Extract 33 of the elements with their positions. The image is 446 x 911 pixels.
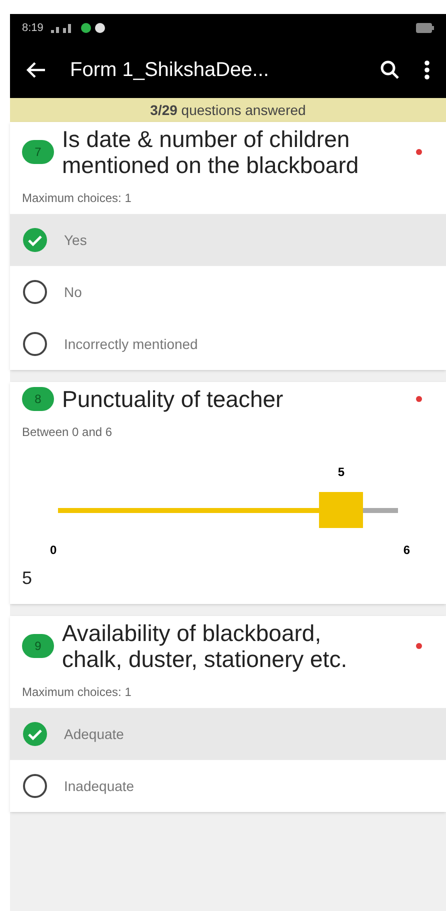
- choice-option[interactable]: Yes: [10, 214, 446, 266]
- more-options-icon[interactable]: [424, 60, 430, 80]
- choice-option[interactable]: Incorrectly mentioned: [10, 318, 446, 370]
- battery-icon: [416, 23, 434, 33]
- slider-thumb[interactable]: [319, 492, 364, 528]
- slider-value: 5: [21, 567, 34, 590]
- choice-option[interactable]: Adequate: [10, 708, 446, 760]
- slider-max-label: 6: [403, 542, 410, 558]
- empty-circle-icon: [22, 279, 48, 305]
- choice-option[interactable]: No: [10, 266, 446, 318]
- search-icon[interactable]: [380, 60, 400, 80]
- question-title: Is date & number of children mentioned on the blackboard: [62, 126, 360, 178]
- app-notification-icon: [81, 23, 108, 33]
- hint-text: Maximum choices: 1: [21, 684, 132, 701]
- progress-banner: 3/29 questions answered: [10, 98, 446, 122]
- checked-circle-icon: [22, 227, 48, 253]
- slider-value-label: 5: [338, 464, 345, 480]
- hint-text: Between 0 and 6: [21, 424, 114, 440]
- question-title: Punctuality of teacher: [62, 386, 284, 412]
- choice-option[interactable]: Inadequate: [10, 760, 446, 812]
- question-number-badge: 8: [22, 387, 54, 411]
- slider-min-label: 0: [50, 542, 57, 558]
- hint-text: Maximum choices: 1: [21, 190, 132, 207]
- checked-circle-icon: [22, 721, 48, 747]
- app-bar-title: Form 1_ShikshaDee...: [70, 58, 270, 83]
- question-number-badge: 9: [22, 634, 54, 658]
- status-time: 8:19: [22, 20, 44, 36]
- question-title: Availability of blackboard, chalk, duster, stationery etc.: [62, 620, 348, 672]
- signal-icon: [51, 23, 74, 33]
- empty-circle-icon: [22, 331, 48, 357]
- back-arrow-icon[interactable]: [26, 61, 46, 79]
- empty-circle-icon: [22, 773, 48, 799]
- question-number-badge: 7: [22, 140, 54, 164]
